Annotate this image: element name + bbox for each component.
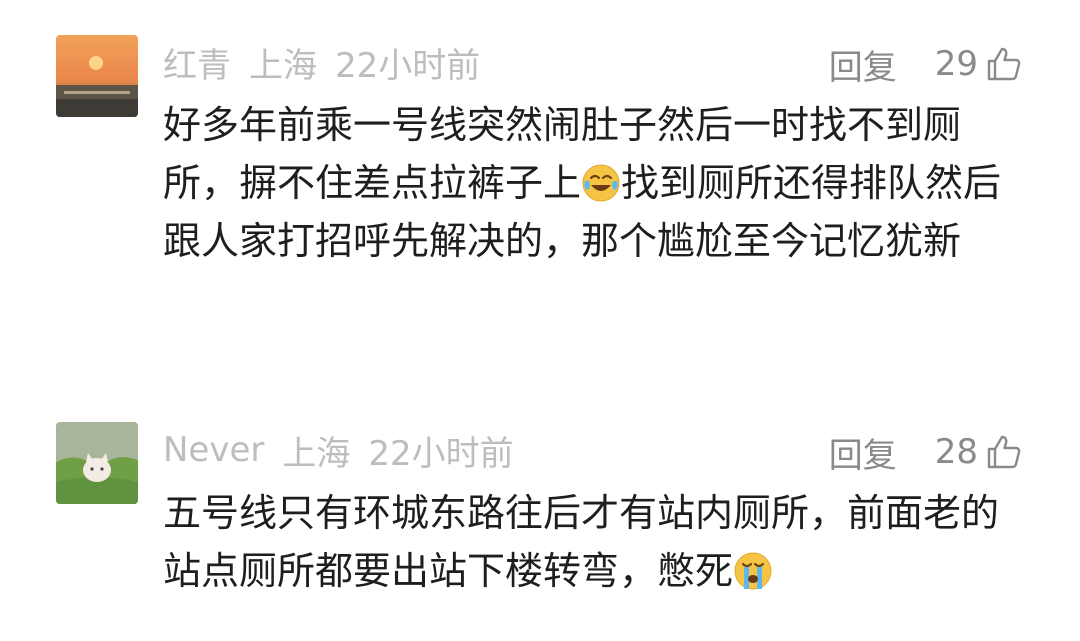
comment-text-part: 五号线只有环城东路往后才有站内厕所，前面老的站点厕所都要出站下楼转弯，憋死 bbox=[163, 491, 1000, 593]
like-count: 28 bbox=[934, 432, 978, 472]
comment-actions: 回复 28 bbox=[829, 426, 1022, 478]
thumbs-up-icon[interactable] bbox=[986, 46, 1022, 82]
thumbs-up-icon[interactable] bbox=[986, 434, 1022, 470]
comment-item: 红青 上海 22小时前 回复 29 好多年前乘一号线突然闹肚子然后一时找不到厕所… bbox=[0, 0, 1080, 380]
comment-actions: 回复 29 bbox=[829, 38, 1022, 90]
cat-avatar-image bbox=[56, 422, 138, 504]
username[interactable]: 红青 bbox=[163, 38, 231, 87]
reply-button[interactable]: 回复 bbox=[829, 40, 897, 89]
like-count: 29 bbox=[934, 44, 978, 84]
crying-face-icon bbox=[734, 552, 772, 590]
username[interactable]: Never bbox=[163, 430, 264, 470]
comment-meta: Never 上海 22小时前 bbox=[163, 424, 532, 476]
avatar[interactable] bbox=[56, 35, 138, 117]
comment-text: 五号线只有环城东路往后才有站内厕所，前面老的站点厕所都要出站下楼转弯，憋死 bbox=[163, 484, 1018, 600]
comment-text: 好多年前乘一号线突然闹肚子然后一时找不到厕所，摒不住差点拉裤子上 找到厕所还得排… bbox=[163, 96, 1018, 270]
timestamp: 22小时前 bbox=[368, 433, 514, 474]
laughing-tears-icon bbox=[582, 164, 620, 202]
comment-item: Never 上海 22小时前 回复 28 五号线只有环城东路往后才有站内厕所，前… bbox=[0, 400, 1080, 641]
avatar[interactable] bbox=[56, 422, 138, 504]
comment-meta: 红青 上海 22小时前 bbox=[163, 36, 498, 88]
location: 上海 bbox=[282, 433, 351, 474]
sunset-avatar-image bbox=[56, 35, 138, 117]
location: 上海 bbox=[249, 45, 317, 86]
reply-button[interactable]: 回复 bbox=[829, 428, 897, 477]
timestamp: 22小时前 bbox=[335, 45, 481, 86]
